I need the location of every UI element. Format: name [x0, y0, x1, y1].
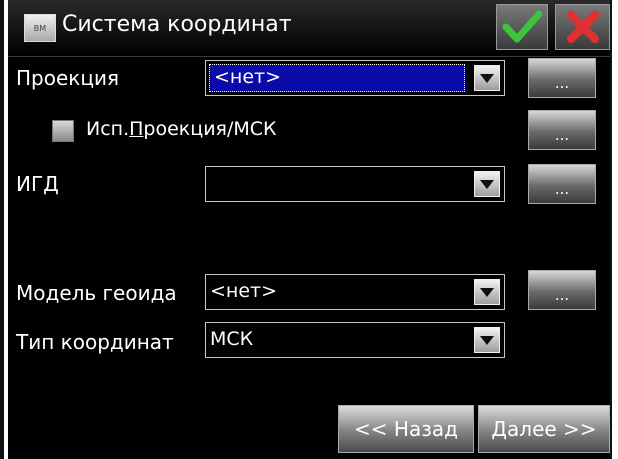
coord-type-label: Тип координат — [16, 330, 174, 354]
igd-label: ИГД — [16, 172, 59, 196]
app-icon: BM — [24, 14, 56, 42]
use-projection-checkbox[interactable] — [52, 120, 74, 142]
ok-button[interactable] — [496, 4, 548, 50]
igd-select[interactable] — [205, 166, 505, 202]
back-button[interactable]: << Назад — [338, 405, 474, 453]
igd-browse-button[interactable]: ... — [528, 164, 596, 204]
geoid-model-select[interactable]: <нет> — [205, 274, 505, 310]
window-title: Система координат — [62, 12, 292, 37]
geoid-model-value: <нет> — [210, 280, 278, 302]
coord-type-value: МСК — [210, 328, 254, 350]
geoid-model-label: Модель геоида — [16, 281, 177, 305]
dropdown-arrow-icon[interactable] — [474, 327, 500, 353]
coord-type-select[interactable]: МСК — [205, 322, 505, 358]
projection-value: <нет> — [214, 66, 282, 88]
projection-select[interactable]: <нет> — [205, 60, 505, 96]
checkmark-icon — [502, 10, 542, 43]
use-projection-label: Исп.Проекция/МСК — [86, 118, 277, 140]
projection-browse-button[interactable]: ... — [528, 58, 596, 98]
use-projection-browse-button[interactable]: ... — [528, 110, 596, 150]
next-button[interactable]: Далее >> — [478, 405, 610, 453]
projection-label: Проекция — [16, 66, 119, 90]
dropdown-arrow-icon[interactable] — [474, 65, 500, 91]
geoid-model-browse-button[interactable]: ... — [528, 270, 596, 310]
cancel-button[interactable] — [555, 4, 610, 50]
close-icon — [566, 11, 599, 43]
dropdown-arrow-icon[interactable] — [474, 171, 500, 197]
dialog-window: BM Система координат Проекция <нет> ... … — [8, 0, 610, 459]
dropdown-arrow-icon[interactable] — [474, 279, 500, 305]
title-bar: BM Система координат — [8, 0, 610, 57]
